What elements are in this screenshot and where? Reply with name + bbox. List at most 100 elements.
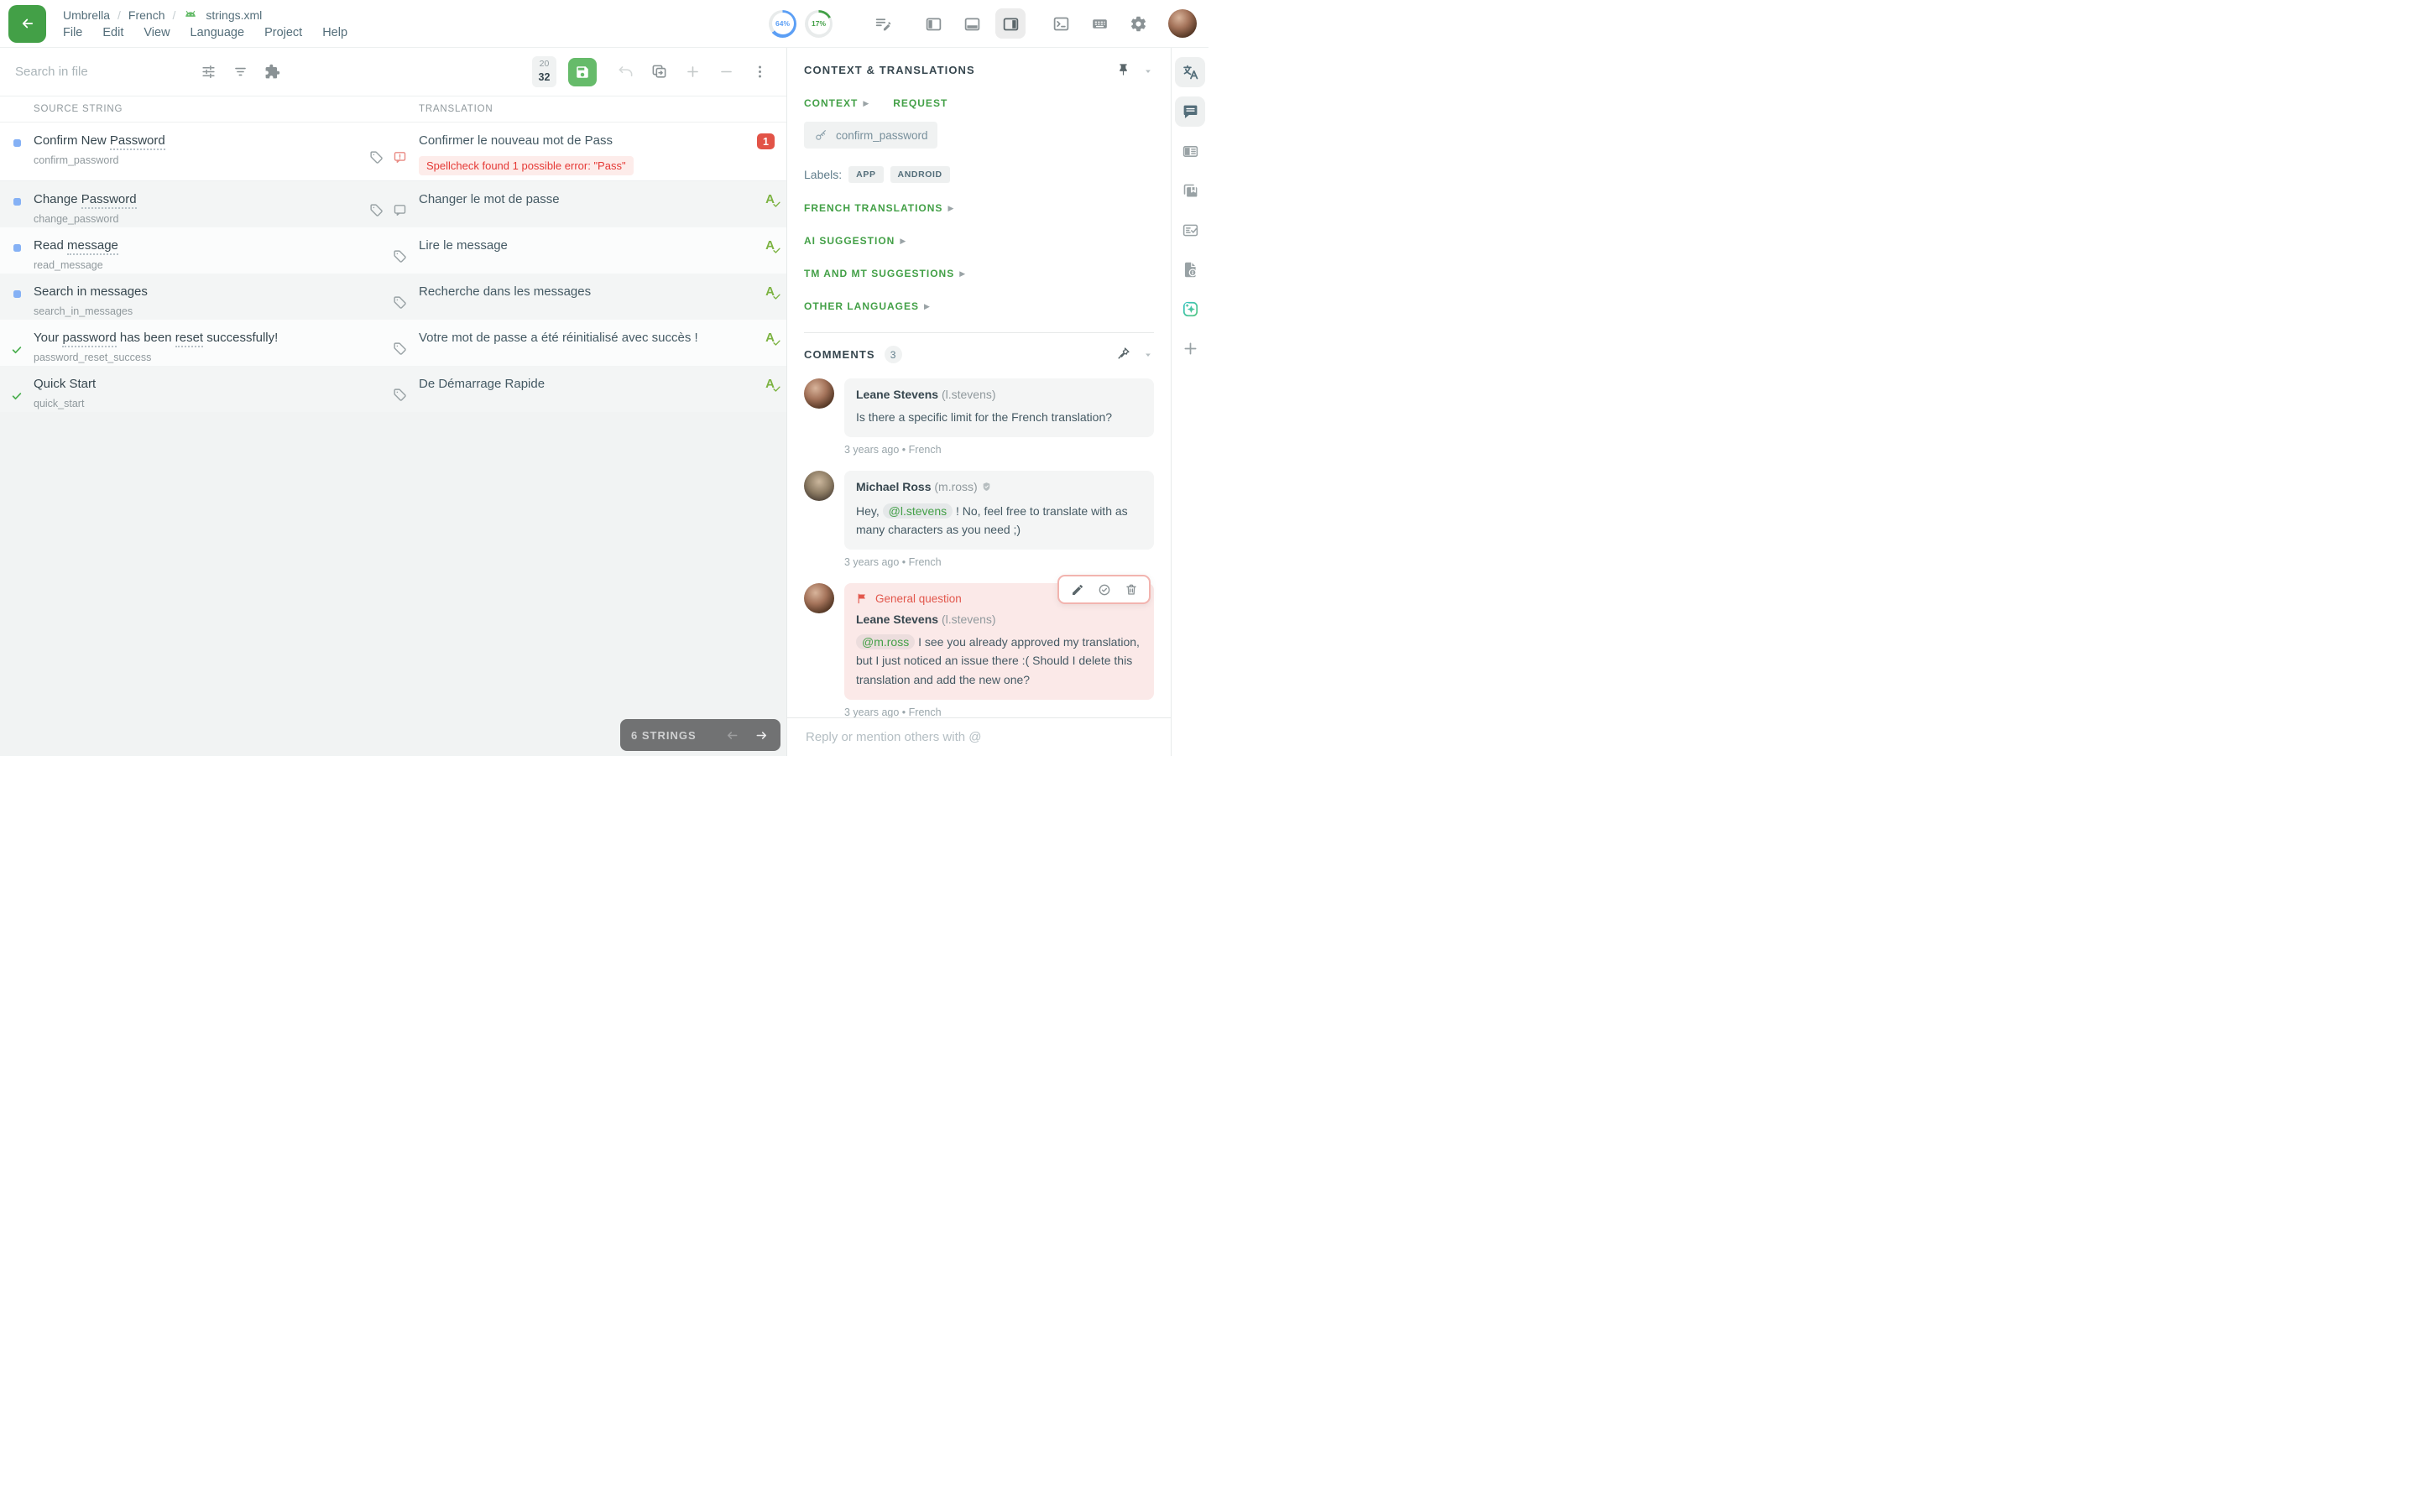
section-other-languages[interactable]: OTHER LANGUAGES▶ <box>804 300 931 312</box>
tag-icon[interactable] <box>393 238 407 274</box>
string-row[interactable]: Search in messagessearch_in_messagesRech… <box>0 274 786 320</box>
approved-progress-value: 17% <box>808 13 830 34</box>
menu-language[interactable]: Language <box>191 26 245 39</box>
edit-comment-icon[interactable] <box>1070 582 1084 597</box>
string-row[interactable]: Change Passwordchange_passwordChanger le… <box>0 181 786 227</box>
approved-progress-ring[interactable]: 17% <box>805 10 833 38</box>
unpin-comments-icon[interactable] <box>1114 344 1132 362</box>
translated-progress-ring[interactable]: 64% <box>769 10 796 38</box>
avatar[interactable] <box>804 471 834 501</box>
add-icon[interactable] <box>679 59 706 86</box>
spellcheck-passed-icon: A <box>765 193 775 206</box>
issue-count-badge[interactable]: 1 <box>757 133 775 149</box>
translated-progress-value: 64% <box>772 13 794 34</box>
save-button[interactable] <box>568 58 597 86</box>
comments-title: COMMENTS <box>804 348 875 361</box>
menu-project[interactable]: Project <box>264 26 302 39</box>
breadcrumb-language[interactable]: French <box>128 8 165 22</box>
previous-page-icon[interactable] <box>724 727 740 743</box>
comment-text: @m.ross I see you already approved my tr… <box>856 633 1142 688</box>
tag-icon[interactable] <box>393 284 407 320</box>
caret-icon: ▶ <box>959 269 966 279</box>
resolve-comment-icon[interactable] <box>1097 582 1111 597</box>
string-row[interactable]: Your password has been reset successfull… <box>0 320 786 366</box>
more-icon[interactable] <box>746 59 773 86</box>
breadcrumb-file[interactable]: strings.xml <box>206 8 262 22</box>
back-button[interactable] <box>8 5 46 43</box>
section-tm-and-mt-suggestions[interactable]: TM AND MT SUGGESTIONS▶ <box>804 268 966 279</box>
comment-icon[interactable] <box>393 192 407 227</box>
comment-author[interactable]: Leane Stevens <box>856 613 938 626</box>
comment-author[interactable]: Michael Ross <box>856 480 931 493</box>
terminal-button[interactable] <box>1046 8 1076 39</box>
filter-icon[interactable] <box>226 58 254 86</box>
tag-icon[interactable] <box>369 133 384 180</box>
duplicate-icon[interactable] <box>645 59 672 86</box>
strings-count-label: 6 STRINGS <box>631 729 697 742</box>
comment-bubble: Leane Stevens (l.stevens)Is there a spec… <box>844 378 1154 437</box>
rail-ai-assistant-button[interactable] <box>1175 294 1205 324</box>
delete-comment-icon[interactable] <box>1124 582 1138 597</box>
string-row[interactable]: Quick Startquick_startDe Démarrage Rapid… <box>0 366 786 412</box>
label-chips: APPANDROID <box>848 166 950 183</box>
section-french-translations[interactable]: FRENCH TRANSLATIONS▶ <box>804 202 954 214</box>
string-key: search_in_messages <box>34 305 357 317</box>
reply-bar <box>787 717 1171 756</box>
layout-right-button[interactable] <box>995 8 1026 39</box>
tag-icon[interactable] <box>369 192 384 227</box>
menu-edit[interactable]: Edit <box>102 26 123 39</box>
label-chip: APP <box>848 166 883 183</box>
settings-button[interactable] <box>1123 8 1153 39</box>
next-page-icon[interactable] <box>754 727 770 743</box>
rail-add-button[interactable] <box>1175 333 1205 363</box>
tune-icon[interactable] <box>194 58 222 86</box>
tasks-edit-button[interactable] <box>868 8 898 39</box>
rail-qa-checks-button[interactable] <box>1175 215 1205 245</box>
rail-comments-button[interactable] <box>1175 96 1205 127</box>
layout-bottom-button[interactable] <box>957 8 987 39</box>
rail-dictionary-button[interactable] <box>1175 136 1205 166</box>
tab-context[interactable]: CONTEXT▶ <box>804 97 869 109</box>
rail-translation-memory-button[interactable] <box>1175 175 1205 206</box>
status-translated-icon <box>13 198 21 206</box>
mention[interactable]: @m.ross <box>856 634 915 649</box>
reply-input[interactable] <box>804 729 1154 745</box>
menu-file[interactable]: File <box>63 26 82 39</box>
verified-shield-icon <box>981 482 992 495</box>
pin-panel-icon[interactable] <box>1114 60 1132 79</box>
section-ai-suggestion[interactable]: AI SUGGESTION▶ <box>804 235 906 247</box>
string-key: confirm_password <box>34 154 357 166</box>
tag-icon[interactable] <box>393 331 407 366</box>
menu-view[interactable]: View <box>144 26 170 39</box>
translation-text: Changer le mot de passe <box>419 192 560 206</box>
avatar[interactable] <box>804 583 834 613</box>
undo-icon[interactable] <box>612 59 639 86</box>
comments-header: COMMENTS 3 <box>804 346 1154 363</box>
user-avatar[interactable] <box>1168 9 1197 38</box>
comment-username: (l.stevens) <box>942 388 996 401</box>
plugins-icon[interactable] <box>258 58 286 86</box>
chevron-down-icon[interactable] <box>1139 62 1157 81</box>
tag-icon[interactable] <box>393 377 407 412</box>
string-key-chip[interactable]: confirm_password <box>804 122 937 149</box>
filter-icons <box>194 58 286 86</box>
arrow-left-icon <box>20 16 35 31</box>
menu-help[interactable]: Help <box>322 26 347 39</box>
search-input[interactable] <box>13 64 185 80</box>
tab-request[interactable]: REQUEST <box>893 97 947 109</box>
rail-file-info-button[interactable] <box>1175 254 1205 284</box>
layout-left-button[interactable] <box>918 8 948 39</box>
issue-icon[interactable] <box>393 133 407 180</box>
rail-translate-button[interactable] <box>1175 57 1205 87</box>
flag-icon <box>856 592 869 605</box>
comment-author[interactable]: Leane Stevens <box>856 388 938 401</box>
chevron-down-icon[interactable] <box>1139 346 1157 364</box>
remove-icon[interactable] <box>713 59 739 86</box>
breadcrumb-project[interactable]: Umbrella <box>63 8 110 22</box>
mention[interactable]: @l.stevens <box>883 503 953 519</box>
keyboard-button[interactable] <box>1084 8 1115 39</box>
source-string: Confirm New Password <box>34 133 357 148</box>
string-row[interactable]: Confirm New Passwordconfirm_passwordConf… <box>0 123 786 181</box>
string-row[interactable]: Read messageread_messageLire le messageA <box>0 227 786 274</box>
avatar[interactable] <box>804 378 834 409</box>
